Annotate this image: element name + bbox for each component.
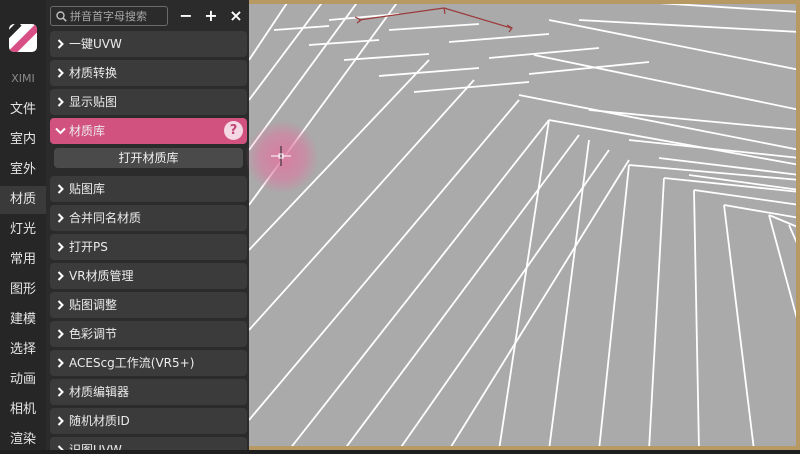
open-material-library-button[interactable]: 打开材质库: [54, 148, 243, 168]
chevron-right-icon: [57, 184, 64, 194]
sidebar-item-select[interactable]: 选择: [0, 336, 46, 364]
crosshair-icon: [271, 146, 291, 166]
chevron-right-icon: [57, 387, 64, 397]
viewport-frame-bottom: [249, 446, 800, 450]
chevron-right-icon: [57, 271, 64, 281]
chevron-right-icon: [57, 97, 64, 107]
panel-item-label: 材质转换: [69, 66, 118, 80]
panel-item-label: VR材质管理: [69, 269, 134, 283]
chevron-right-icon: [57, 445, 64, 450]
chevron-right-icon: [57, 358, 64, 368]
chevron-right-icon: [57, 39, 64, 49]
search-icon: [56, 11, 67, 22]
herringbone-floor: [249, 0, 800, 450]
close-button[interactable]: ×: [227, 7, 245, 25]
panel-item-recognize-uvw[interactable]: 识图UVW: [50, 437, 247, 450]
panel-item-one-click-uvw[interactable]: 一键UVW: [50, 31, 247, 57]
panel-item-label: 材质编辑器: [69, 385, 130, 399]
sidebar-item-common[interactable]: 常用: [0, 246, 46, 274]
chevron-right-icon: [57, 213, 64, 223]
panel-item-vr-material-manager[interactable]: VR材质管理: [50, 263, 247, 289]
sidebar-item-exterior[interactable]: 室外: [0, 156, 46, 184]
panel-item-show-map[interactable]: 显示贴图: [50, 89, 247, 115]
panel-item-material-editor[interactable]: 材质编辑器: [50, 379, 247, 405]
chevron-right-icon: [57, 68, 64, 78]
sidebar-item-camera[interactable]: 相机: [0, 396, 46, 424]
brand-label: XIMI: [11, 72, 35, 85]
chevron-down-icon: [55, 127, 66, 135]
panel-item-merge-same-material[interactable]: 合并同名材质: [50, 205, 247, 231]
panel-item-label: 色彩调节: [69, 327, 118, 341]
panel-item-acescg-workflow[interactable]: ACEScg工作流(VR5+): [50, 350, 247, 376]
viewport-frame-top: [249, 0, 800, 4]
add-button[interactable]: +: [202, 7, 220, 25]
sidebar-item-file[interactable]: 文件: [0, 96, 46, 124]
panel-item-label: ACEScg工作流(VR5+): [69, 356, 195, 370]
sidebar-item-shape[interactable]: 图形: [0, 276, 46, 304]
panel-item-random-material-id[interactable]: 随机材质ID: [50, 408, 247, 434]
chevron-right-icon: [57, 300, 64, 310]
search-box[interactable]: [50, 6, 168, 26]
panel-item-open-ps[interactable]: 打开PS: [50, 234, 247, 260]
panel-item-label: 打开PS: [69, 240, 108, 254]
panel-item-material-library[interactable]: 材质库 ?: [50, 118, 247, 144]
panel-item-label: 一键UVW: [69, 37, 122, 51]
panel-item-label: 贴图调整: [69, 298, 118, 312]
panel-item-label: 显示贴图: [69, 95, 118, 109]
panel-item-color-adjust[interactable]: 色彩调节: [50, 321, 247, 347]
panel-item-label: 识图UVW: [69, 443, 122, 450]
chevron-right-icon: [57, 416, 64, 426]
panel-item-label: 合并同名材质: [69, 211, 142, 225]
main-sidebar: XIMI 文件 室内 室外 材质 灯光 常用 图形 建模 选择 动画 相机 渲染: [0, 0, 46, 450]
panel-item-material-convert[interactable]: 材质转换: [50, 60, 247, 86]
sidebar-item-material[interactable]: 材质: [0, 186, 46, 214]
app-logo-icon: [9, 24, 37, 52]
viewport-frame-right: [796, 0, 800, 450]
panel-item-label: 随机材质ID: [69, 414, 130, 428]
panel-item-map-library[interactable]: 贴图库: [50, 176, 247, 202]
panel-item-label: 材质库: [69, 124, 106, 138]
sidebar-item-interior[interactable]: 室内: [0, 126, 46, 154]
sidebar-item-modeling[interactable]: 建模: [0, 306, 46, 334]
sidebar-item-animation[interactable]: 动画: [0, 366, 46, 394]
panel-item-label: 贴图库: [69, 182, 106, 196]
chevron-right-icon: [57, 329, 64, 339]
viewport-3d[interactable]: [249, 0, 800, 450]
minimize-button[interactable]: −: [177, 7, 195, 25]
panel-item-map-adjust[interactable]: 贴图调整: [50, 292, 247, 318]
sidebar-item-light[interactable]: 灯光: [0, 216, 46, 244]
search-input[interactable]: [70, 8, 164, 24]
tool-panel: − + × 一键UVW 材质转换 显示贴图 材质库 ? 打开材质库 贴图库 合并…: [46, 0, 249, 450]
help-icon[interactable]: ?: [224, 121, 243, 140]
chevron-right-icon: [57, 242, 64, 252]
